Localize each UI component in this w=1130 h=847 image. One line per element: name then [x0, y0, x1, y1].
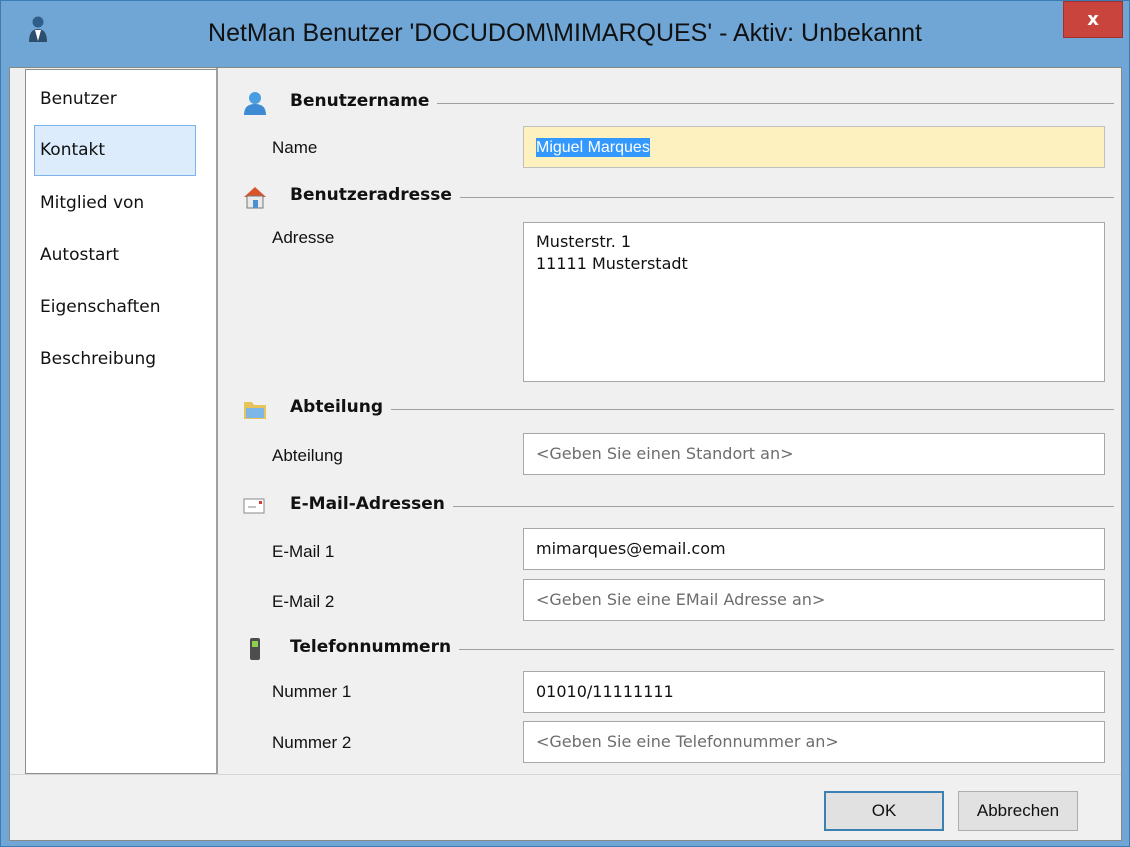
- sidebar-item-mitglied-von[interactable]: Mitglied von: [34, 178, 196, 229]
- address-line: Musterstr. 1: [536, 232, 632, 251]
- folder-icon: [244, 402, 266, 419]
- sidebar-item-kontakt[interactable]: Kontakt: [34, 125, 196, 176]
- cancel-button[interactable]: Abbrechen: [958, 791, 1078, 831]
- address-textarea[interactable]: Musterstr. 1 11111 Musterstadt: [523, 222, 1105, 382]
- section-phone: Telefonnummern: [218, 636, 1120, 662]
- department-label: Abteilung: [272, 446, 343, 465]
- address-label: Adresse: [272, 228, 335, 247]
- email1-input[interactable]: mimarques@email.com: [523, 528, 1105, 570]
- dialog-window: NetMan Benutzer 'DOCUDOM\MIMARQUES' - Ak…: [0, 0, 1130, 847]
- section-department: Abteilung: [218, 396, 1120, 422]
- title-bar[interactable]: NetMan Benutzer 'DOCUDOM\MIMARQUES' - Ak…: [1, 1, 1129, 73]
- name-value: Miguel Marques: [536, 138, 650, 157]
- email1-label: E-Mail 1: [272, 542, 335, 561]
- section-title: Abteilung: [290, 397, 392, 417]
- section-divider: [290, 409, 1114, 410]
- house-icon: [244, 187, 266, 209]
- phone2-label: Nummer 2: [272, 733, 352, 752]
- user-icon: [244, 92, 266, 115]
- sidebar-item-eigenschaften[interactable]: Eigenschaften: [34, 282, 196, 333]
- email2-label: E-Mail 2: [272, 592, 335, 611]
- window-title: NetMan Benutzer 'DOCUDOM\MIMARQUES' - Ak…: [208, 19, 922, 47]
- section-email: E-Mail-Adressen: [218, 493, 1120, 519]
- phone2-input[interactable]: <Geben Sie eine Telefonnummer an>: [523, 721, 1105, 763]
- sidebar-item-autostart[interactable]: Autostart: [34, 230, 196, 281]
- section-address: Benutzeradresse: [218, 184, 1120, 210]
- sidebar-item-benutzer[interactable]: Benutzer: [34, 74, 196, 125]
- sidebar-item-beschreibung[interactable]: Beschreibung: [34, 334, 196, 385]
- name-label: Name: [272, 138, 318, 157]
- phone1-input[interactable]: 01010/11111111: [523, 671, 1105, 713]
- name-input[interactable]: Miguel Marques: [523, 126, 1105, 168]
- email2-input[interactable]: <Geben Sie eine EMail Adresse an>: [523, 579, 1105, 621]
- address-line: 11111 Musterstadt: [536, 254, 688, 273]
- department-input[interactable]: <Geben Sie einen Standort an>: [523, 433, 1105, 475]
- button-bar: OK Abbrechen: [10, 774, 1121, 840]
- section-title: E-Mail-Adressen: [290, 494, 453, 514]
- phone1-label: Nummer 1: [272, 682, 352, 701]
- envelope-icon: [243, 498, 265, 514]
- section-title: Benutzeradresse: [290, 185, 460, 205]
- phone-icon: [250, 638, 260, 660]
- close-button[interactable]: x: [1063, 1, 1123, 38]
- category-sidebar: Benutzer Kontakt Mitglied von Autostart …: [25, 69, 221, 774]
- dialog-client-area: Benutzer Kontakt Mitglied von Autostart …: [9, 67, 1122, 841]
- contact-panel: Benutzername Name Miguel Marques Benutze…: [218, 68, 1120, 774]
- ok-button[interactable]: OK: [824, 791, 944, 831]
- section-title: Benutzername: [290, 91, 438, 111]
- user-icon: [29, 16, 47, 42]
- section-username: Benutzername: [218, 90, 1120, 116]
- section-title: Telefonnummern: [290, 637, 460, 657]
